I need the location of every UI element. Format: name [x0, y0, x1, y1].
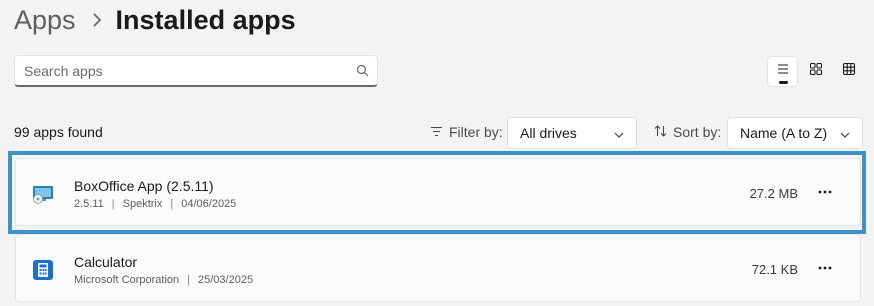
page-title: Installed apps [115, 4, 296, 35]
sort-dropdown[interactable]: Name (A to Z) [727, 117, 863, 149]
separator: | [170, 198, 174, 210]
app-size: 27.2 MB [749, 186, 798, 201]
app-name: BoxOffice App (2.5.11) [74, 178, 214, 194]
app-version: 2.5.11 [74, 198, 104, 210]
grid-view-button[interactable] [800, 56, 831, 87]
view-toggle-group [767, 56, 864, 87]
app-name: Calculator [74, 254, 138, 270]
filter-label: Filter by: [430, 124, 503, 140]
chevron-down-icon [840, 125, 850, 141]
separator: | [187, 274, 191, 286]
drive-filter-value: All drives [520, 125, 577, 141]
app-publisher: Microsoft Corporation [74, 274, 180, 286]
separator: | [111, 198, 115, 210]
list-view-button[interactable] [767, 56, 798, 87]
sort-label-text: Sort by: [673, 124, 722, 140]
app-size: 72.1 KB [751, 262, 798, 277]
chevron-down-icon [614, 125, 624, 141]
app-install-date: 25/03/2025 [198, 274, 254, 286]
drive-filter-dropdown[interactable]: All drives [507, 117, 637, 149]
sort-value: Name (A to Z) [740, 125, 828, 141]
tile-view-button[interactable] [833, 56, 864, 87]
sort-label: Sort by: [654, 124, 721, 140]
search-icon[interactable] [347, 64, 377, 77]
app-details: 2.5.11 | Spektrix | 04/06/2025 [74, 198, 236, 210]
breadcrumb-apps-link[interactable]: Apps [14, 5, 76, 36]
calculator-icon [32, 259, 54, 281]
sort-icon [654, 124, 667, 140]
tile-view-icon [842, 62, 856, 81]
grid-view-icon [809, 62, 823, 81]
search-input[interactable] [15, 56, 347, 85]
app-details: Microsoft Corporation | 25/03/2025 [74, 274, 253, 286]
boxoffice-icon [32, 183, 54, 205]
more-options-icon[interactable] [814, 257, 836, 279]
more-options-icon[interactable] [814, 181, 836, 203]
app-row-boxoffice[interactable]: BoxOffice App (2.5.11) 2.5.11 | Spektrix… [15, 158, 861, 226]
app-row-calculator[interactable]: Calculator Microsoft Corporation | 25/03… [15, 234, 861, 302]
breadcrumb: Apps Installed apps [14, 2, 296, 38]
filter-label-text: Filter by: [449, 124, 503, 140]
filter-icon [430, 124, 443, 140]
search-box[interactable] [14, 55, 378, 87]
chevron-right-icon [92, 13, 102, 27]
app-publisher: Spektrix [122, 198, 163, 210]
list-view-icon [775, 62, 791, 81]
results-count: 99 apps found [14, 124, 103, 140]
app-install-date: 04/06/2025 [181, 198, 237, 210]
